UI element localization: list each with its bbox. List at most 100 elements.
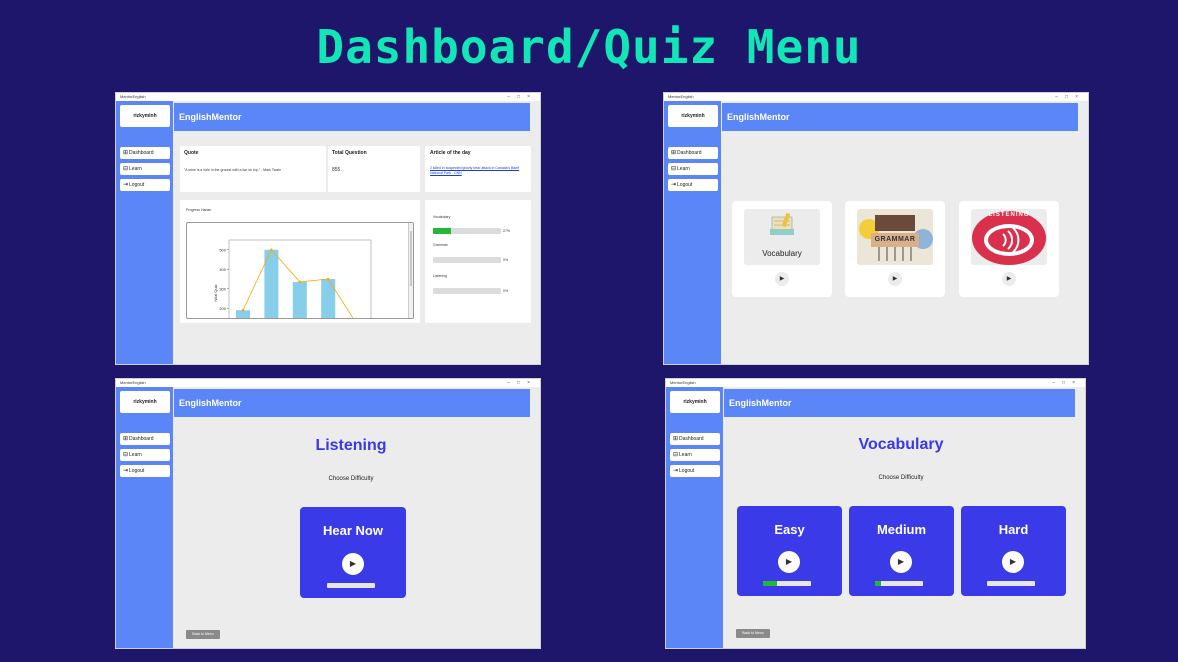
logout-icon: ⇥ bbox=[671, 182, 677, 188]
hear-now-card[interactable]: Hear Now ▶ bbox=[300, 507, 406, 598]
dashboard-window: MentorEnglish –□× rizkyminh ⊞Dashboard ⊟L… bbox=[115, 92, 541, 365]
chart-point bbox=[326, 277, 330, 281]
nav-learn-label: Learn bbox=[677, 166, 690, 172]
nav-learn[interactable]: ⊟Learn bbox=[120, 449, 170, 461]
chart-scrollbar[interactable] bbox=[408, 223, 413, 318]
progress-pct-listening: 0% bbox=[503, 289, 509, 293]
choose-difficulty-label: Choose Difficulty bbox=[328, 476, 374, 482]
book-icon: ⊟ bbox=[673, 452, 679, 458]
progress-bar-listening bbox=[433, 288, 501, 294]
grammar-card-label: GRAMMAR bbox=[874, 236, 916, 243]
nav-learn[interactable]: ⊟Learn bbox=[120, 163, 170, 175]
total-question-value: 855 bbox=[332, 167, 341, 173]
username-badge: rizkyminh bbox=[670, 391, 720, 413]
app-header: EnglishMentor bbox=[724, 389, 1075, 417]
nav-dashboard[interactable]: ⊞Dashboard bbox=[120, 433, 170, 445]
play-icon[interactable]: ▶ bbox=[342, 553, 364, 575]
app-header: EnglishMentor bbox=[174, 103, 530, 131]
vocabulary-window: MentorEnglish –□× rizkyminh ⊞Dashboard ⊟L… bbox=[665, 378, 1086, 649]
sidebar: rizkyminh ⊞Dashboard ⊟Learn ⇥Logout bbox=[664, 101, 721, 364]
nav-dashboard-label: Dashboard bbox=[129, 436, 154, 442]
progress-title: Progress Harian bbox=[186, 208, 212, 212]
app-header: EnglishMentor bbox=[174, 389, 530, 417]
nav-logout[interactable]: ⇥Logout bbox=[120, 465, 170, 477]
progress-label-vocabulary: Vocabulary bbox=[433, 215, 451, 219]
nav-dashboard[interactable]: ⊞Dashboard bbox=[120, 147, 170, 159]
nav-learn-label: Learn bbox=[129, 452, 142, 458]
book-icon: ⊟ bbox=[123, 166, 129, 172]
nav-logout[interactable]: ⇥Logout bbox=[670, 465, 720, 477]
hear-now-progress bbox=[327, 583, 375, 588]
sidebar: rizkyminh ⊞Dashboard ⊟Learn ⇥Logout bbox=[116, 101, 173, 364]
progress-bar-vocabulary bbox=[433, 228, 501, 234]
y-tick-label: 400 bbox=[219, 267, 226, 272]
quote-card: Quote "A mine is a hole in the ground wi… bbox=[180, 146, 326, 192]
window-title: MentorEnglish bbox=[120, 94, 146, 99]
difficulty-card-easy[interactable]: Easy ▶ bbox=[737, 506, 842, 596]
y-tick-label: 300 bbox=[219, 286, 226, 291]
play-icon[interactable]: ▶ bbox=[775, 272, 789, 286]
nav-learn-label: Learn bbox=[679, 452, 692, 458]
chart-frame[interactable]: 500 400 300 200 Nilai Quiz bbox=[186, 222, 414, 319]
total-question-card: Total Question 855 bbox=[328, 146, 420, 192]
difficulty-card-medium[interactable]: Medium ▶ bbox=[849, 506, 954, 596]
difficulty-progress-medium bbox=[875, 581, 923, 586]
play-icon[interactable]: ▶ bbox=[1002, 272, 1016, 286]
nav-dashboard-label: Dashboard bbox=[677, 150, 702, 156]
article-card: Article of the day 2 killed in suspected… bbox=[425, 146, 531, 192]
y-tick-label: 500 bbox=[219, 247, 226, 252]
title-bar: MentorEnglish –□× bbox=[664, 93, 1088, 101]
difficulty-label-easy: Easy bbox=[774, 522, 805, 537]
difficulty-progress-easy bbox=[763, 581, 811, 586]
play-icon[interactable]: ▶ bbox=[890, 551, 912, 573]
nav-learn[interactable]: ⊟Learn bbox=[670, 449, 720, 461]
title-bar: MentorEnglish –□× bbox=[116, 379, 540, 387]
title-bar: MentorEnglish –□× bbox=[666, 379, 1085, 387]
window-controls[interactable]: –□× bbox=[1055, 93, 1085, 101]
back-to-menu-button[interactable]: Back to Menu bbox=[736, 629, 770, 638]
window-controls[interactable]: –□× bbox=[1052, 379, 1082, 387]
category-card-vocabulary[interactable]: Vocabulary ▶ bbox=[732, 201, 832, 297]
play-icon[interactable]: ▶ bbox=[778, 551, 800, 573]
chart-point bbox=[298, 280, 302, 284]
category-card-grammar[interactable]: GRAMMAR ▶ bbox=[845, 201, 945, 297]
progress-fill bbox=[763, 581, 778, 586]
difficulty-card-hard[interactable]: Hard ▶ bbox=[961, 506, 1066, 596]
play-icon[interactable]: ▶ bbox=[888, 272, 902, 286]
progress-pct-grammar: 0% bbox=[503, 258, 509, 262]
y-tick-label: 200 bbox=[219, 306, 226, 311]
chart-point bbox=[270, 248, 273, 252]
listening-window: MentorEnglish –□× rizkyminh ⊞Dashboard ⊟L… bbox=[115, 378, 541, 649]
dashboard-icon: ⊞ bbox=[123, 150, 129, 156]
quote-text: "A mine is a hole in the ground with a l… bbox=[184, 168, 281, 172]
nav-dashboard[interactable]: ⊞Dashboard bbox=[668, 147, 718, 159]
sidebar: rizkyminh ⊞Dashboard ⊟Learn ⇥Logout bbox=[116, 387, 173, 648]
title-bar: MentorEnglish –□× bbox=[116, 93, 540, 101]
window-controls[interactable]: –□× bbox=[507, 379, 537, 387]
nav-logout[interactable]: ⇥Logout bbox=[668, 179, 718, 191]
dashboard-icon: ⊞ bbox=[673, 436, 679, 442]
window-title: MentorEnglish bbox=[670, 380, 696, 385]
y-axis-label: Nilai Quiz bbox=[213, 284, 218, 301]
window-controls[interactable]: –□× bbox=[507, 93, 537, 101]
quote-title: Quote bbox=[184, 150, 199, 156]
nav-logout[interactable]: ⇥Logout bbox=[120, 179, 170, 191]
nav-logout-label: Logout bbox=[129, 182, 145, 188]
nav-dashboard[interactable]: ⊞Dashboard bbox=[670, 433, 720, 445]
slide-title: Dashboard/Quiz Menu bbox=[316, 20, 862, 74]
progress-label-listening: Listening bbox=[433, 274, 448, 278]
nav-learn[interactable]: ⊟Learn bbox=[668, 163, 718, 175]
progress-card: Vocabulary 27% Grammar 0% Listening 0% bbox=[425, 200, 531, 323]
dashboard-icon: ⊞ bbox=[671, 150, 677, 156]
vocabulary-card-label: Vocabulary bbox=[762, 249, 802, 258]
total-question-title: Total Question bbox=[332, 150, 367, 156]
chart-point bbox=[241, 308, 245, 312]
article-title: Article of the day bbox=[430, 150, 471, 156]
article-link[interactable]: 2 killed in suspected grizzly bear attac… bbox=[430, 166, 520, 176]
back-to-menu-button[interactable]: Back to Menu bbox=[186, 630, 220, 639]
app-header: EnglishMentor bbox=[722, 103, 1078, 131]
category-card-listening[interactable]: LISTENING ▶ bbox=[959, 201, 1059, 297]
nav-dashboard-label: Dashboard bbox=[679, 436, 704, 442]
progress-bar-grammar bbox=[433, 257, 501, 263]
play-icon[interactable]: ▶ bbox=[1002, 551, 1024, 573]
